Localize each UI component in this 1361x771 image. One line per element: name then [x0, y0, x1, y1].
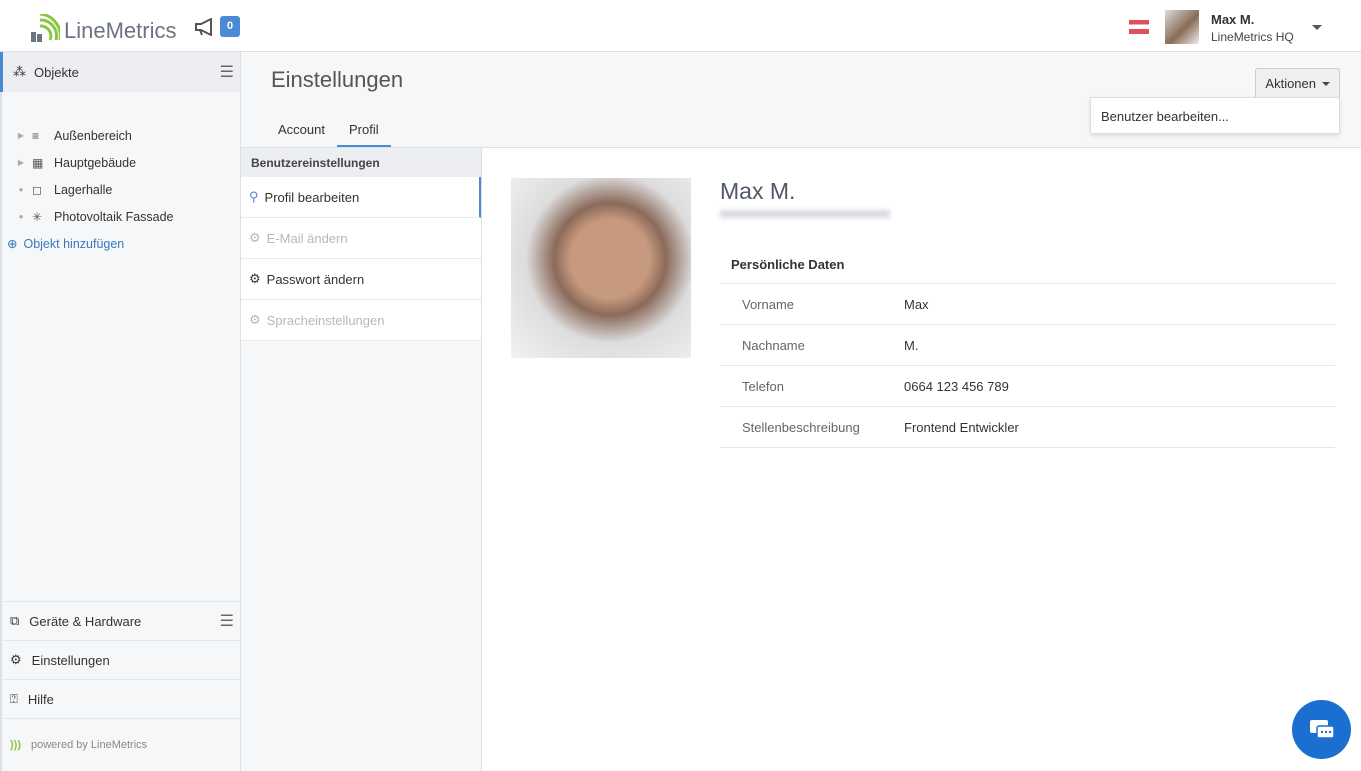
caret-down-icon: [1322, 81, 1330, 90]
subnav-item-language[interactable]: ⚙ Spracheinstellungen: [241, 300, 481, 341]
sidebar: ⁂ Objekte ☰ ▶ ≡ Außenbereich ▶ ▦ Hauptgebäud…: [0, 52, 241, 771]
logo[interactable]: LineMetrics: [30, 14, 176, 42]
actions-label: Aktionen: [1265, 76, 1316, 91]
sidebar-item-help[interactable]: ⍰ Hilfe: [2, 679, 240, 718]
subnav-heading: Benutzereinstellungen: [241, 148, 481, 177]
powered-text: powered by LineMetrics: [31, 739, 148, 751]
chat-button[interactable]: [1292, 700, 1351, 759]
field-label: Telefon: [742, 378, 784, 394]
chat-icon: [1309, 719, 1335, 739]
subnav-item-label: Profil bearbeiten: [264, 189, 360, 205]
chevron-down-icon[interactable]: [1312, 25, 1322, 35]
list-icon[interactable]: ☰: [220, 611, 234, 631]
area-icon: ≡: [32, 128, 40, 143]
sidebar-item-label: Geräte & Hardware: [29, 613, 142, 629]
notification-badge: 0: [220, 16, 240, 37]
field-label: Vorname: [742, 296, 795, 312]
settings-subnav: Benutzereinstellungen ⚲ Profil bearbeiten…: [241, 148, 482, 771]
field-label: Nachname: [742, 337, 805, 353]
field-label: Stellenbeschreibung: [742, 419, 860, 435]
user-icon: ⚲: [249, 189, 259, 204]
field-value: 0664 123 456 789: [904, 378, 1009, 394]
megaphone-icon: [195, 17, 212, 36]
subnav-item-label: Passwort ändern: [266, 271, 365, 287]
expand-arrow-icon[interactable]: ▶: [2, 131, 32, 140]
tab-profil[interactable]: Profil: [336, 116, 391, 147]
tree-item-label: Lagerhalle: [54, 182, 113, 197]
logo-text: LineMetrics: [64, 18, 177, 43]
sidebar-item-label: Einstellungen: [31, 652, 110, 668]
user-name: Max M.: [1211, 12, 1255, 27]
profile-email-blurred: [720, 210, 890, 218]
dropdown-item-edit-user[interactable]: Benutzer bearbeiten...: [1090, 97, 1340, 134]
tree-item-label: Photovoltaik Fassade: [54, 209, 174, 224]
help-icon: ⍰: [10, 691, 18, 706]
table-row: Telefon 0664 123 456 789: [720, 366, 1335, 407]
section-heading: Persönliche Daten: [720, 243, 1335, 284]
subnav-item-label: E-Mail ändern: [266, 230, 348, 246]
sidebar-section-title: Objekte: [34, 64, 79, 80]
expand-arrow-icon[interactable]: ▶: [2, 158, 32, 167]
add-object-label: Objekt hinzufügen: [23, 236, 125, 251]
table-row: Stellenbeschreibung Frontend Entwickler: [720, 407, 1335, 448]
add-object-link[interactable]: ⊕ Objekt hinzufügen: [2, 236, 240, 252]
notifications-button[interactable]: 0: [194, 16, 240, 37]
plus-circle-icon: ⊕: [7, 237, 18, 251]
tree-item[interactable]: ▶ ▦ Hauptgebäude: [2, 149, 240, 176]
sidebar-item-devices[interactable]: ⧉ Geräte & Hardware ☰: [2, 601, 240, 640]
building-icon: ▦: [32, 155, 44, 170]
actions-button[interactable]: Aktionen: [1255, 68, 1340, 99]
tree-item[interactable]: ● ◻ Lagerhalle: [2, 176, 240, 203]
user-org: LineMetrics HQ: [1211, 30, 1294, 44]
logo-icon: [31, 14, 60, 42]
subnav-item-edit-profile[interactable]: ⚲ Profil bearbeiten: [241, 177, 481, 218]
page-title: Einstellungen: [271, 67, 404, 92]
list-icon[interactable]: ☰: [220, 62, 234, 82]
table-row: Vorname Max: [720, 284, 1335, 325]
tree-item-label: Hauptgebäude: [54, 155, 137, 170]
dot-icon: ●: [18, 185, 24, 194]
tree-item[interactable]: ▶ ≡ Außenbereich: [2, 122, 240, 149]
table-row: Nachname M.: [720, 325, 1335, 366]
sidebar-item-objekte[interactable]: ⁂ Objekte ☰: [0, 52, 240, 92]
logo-icon: ))): [10, 739, 21, 751]
frame-icon: ◻: [32, 182, 42, 197]
top-bar: LineMetrics 0 Max M. LineMetrics HQ: [0, 0, 1361, 52]
gear-icon: ⚙: [249, 230, 261, 245]
tab-account[interactable]: Account: [266, 116, 337, 147]
gear-icon: ⚙: [249, 271, 261, 286]
devices-icon: ⧉: [10, 613, 20, 628]
personal-data-table: Persönliche Daten Vorname Max Nachname M. …: [720, 243, 1335, 448]
gear-icon: ⚙: [249, 312, 261, 327]
avatar[interactable]: [1165, 10, 1199, 44]
profile-name: Max M.: [720, 178, 796, 204]
subnav-item-change-email[interactable]: ⚙ E-Mail ändern: [241, 218, 481, 259]
language-flag-icon[interactable]: [1129, 20, 1149, 34]
field-value: Max: [904, 296, 929, 312]
field-value: Frontend Entwickler: [904, 419, 1019, 435]
tree-item-label: Außenbereich: [54, 128, 132, 143]
sidebar-item-settings[interactable]: ⚙ Einstellungen: [2, 640, 240, 679]
tree-item[interactable]: ● ✳ Photovoltaik Fassade: [2, 203, 240, 230]
subnav-item-label: Spracheinstellungen: [266, 312, 385, 328]
subnav-item-change-password[interactable]: ⚙ Passwort ändern: [241, 259, 481, 300]
gear-icon: ⚙: [10, 652, 22, 667]
user-menu[interactable]: Max M. LineMetrics HQ: [1211, 12, 1294, 44]
sidebar-item-label: Hilfe: [27, 691, 54, 707]
objects-icon: ⁂: [13, 64, 26, 79]
profile-photo: [511, 178, 691, 358]
dot-icon: ●: [18, 212, 24, 221]
field-value: M.: [904, 337, 919, 353]
spinner-icon: ✳: [32, 209, 43, 224]
powered-by: ))) powered by LineMetrics: [2, 718, 240, 771]
